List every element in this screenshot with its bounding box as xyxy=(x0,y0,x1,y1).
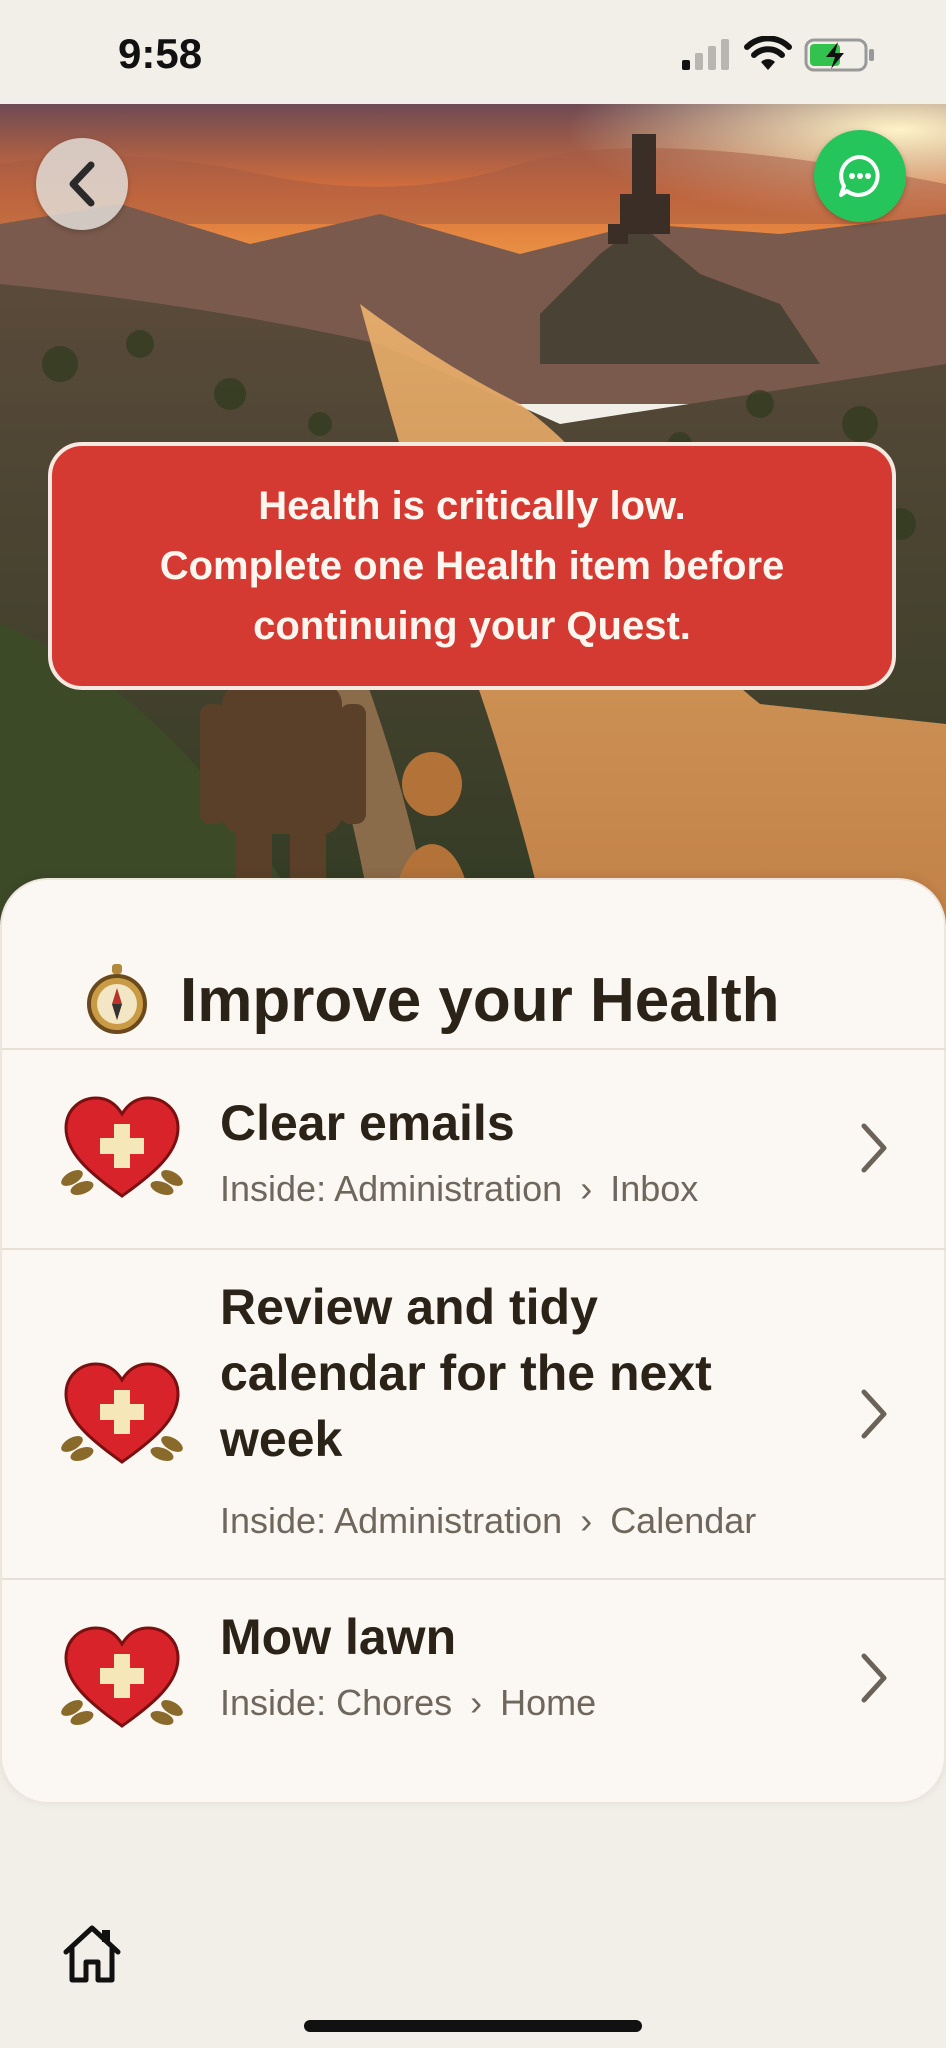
home-icon[interactable] xyxy=(60,1922,124,1984)
task-path: Inside: Administration › Calendar xyxy=(220,1500,860,1542)
chevron-right-icon xyxy=(861,1389,887,1439)
task-row[interactable]: Review and tidy calendar for the next we… xyxy=(2,1248,946,1578)
task-path: Inside: Chores › Home xyxy=(220,1682,860,1724)
task-path-prefix: Inside: Administration xyxy=(220,1168,563,1209)
task-title: Mow lawn xyxy=(220,1609,457,1665)
health-task-card: Improve your Health Clear emails Inside:… xyxy=(0,878,946,1804)
card-title: Improve your Health xyxy=(180,965,780,1035)
chat-icon xyxy=(839,155,880,197)
back-chevron-icon xyxy=(69,161,95,207)
status-time: 9:58 xyxy=(118,30,203,77)
task-path-prefix: Inside: Administration xyxy=(220,1500,563,1541)
task-path-prefix: Inside: Chores xyxy=(220,1682,453,1723)
alert-line: Complete one Health item before xyxy=(159,544,785,588)
task-path: Inside: Administration › Inbox xyxy=(220,1168,860,1210)
heart-health-icon xyxy=(61,1362,183,1464)
chevron-right-icon xyxy=(861,1123,887,1173)
chat-button[interactable] xyxy=(814,130,906,222)
heart-health-icon xyxy=(61,1626,183,1728)
task-path-leaf: Calendar xyxy=(610,1500,757,1541)
alert-line: Health is critically low. xyxy=(258,484,686,528)
back-button[interactable] xyxy=(36,138,128,230)
task-row[interactable]: Clear emails Inside: Administration › Inbo… xyxy=(2,1048,946,1248)
alert-line: continuing your Quest. xyxy=(253,604,691,648)
task-row[interactable]: Mow lawn Inside: Chores › Home xyxy=(2,1578,946,1778)
wifi-icon xyxy=(744,36,792,70)
chevron-right-icon xyxy=(861,1653,887,1703)
battery-icon xyxy=(804,38,874,72)
health-alert-banner: Health is critically low. Complete one H… xyxy=(48,442,896,690)
heart-health-icon xyxy=(61,1096,183,1198)
alert-message: Health is critically low. Complete one H… xyxy=(92,476,852,656)
home-indicator xyxy=(304,2020,642,2032)
path-separator: › xyxy=(580,1500,593,1541)
task-title: Clear emails xyxy=(220,1095,515,1151)
signal-icon xyxy=(682,39,729,70)
card-header: Improve your Health xyxy=(86,950,779,1050)
path-separator: › xyxy=(470,1682,483,1723)
status-bar: 9:58 xyxy=(0,0,946,104)
path-separator: › xyxy=(580,1168,593,1209)
task-path-leaf: Home xyxy=(500,1682,597,1723)
task-path-leaf: Inbox xyxy=(610,1168,699,1209)
compass-icon xyxy=(87,964,147,1034)
task-title: Review and tidy calendar for the next we… xyxy=(220,1279,712,1467)
